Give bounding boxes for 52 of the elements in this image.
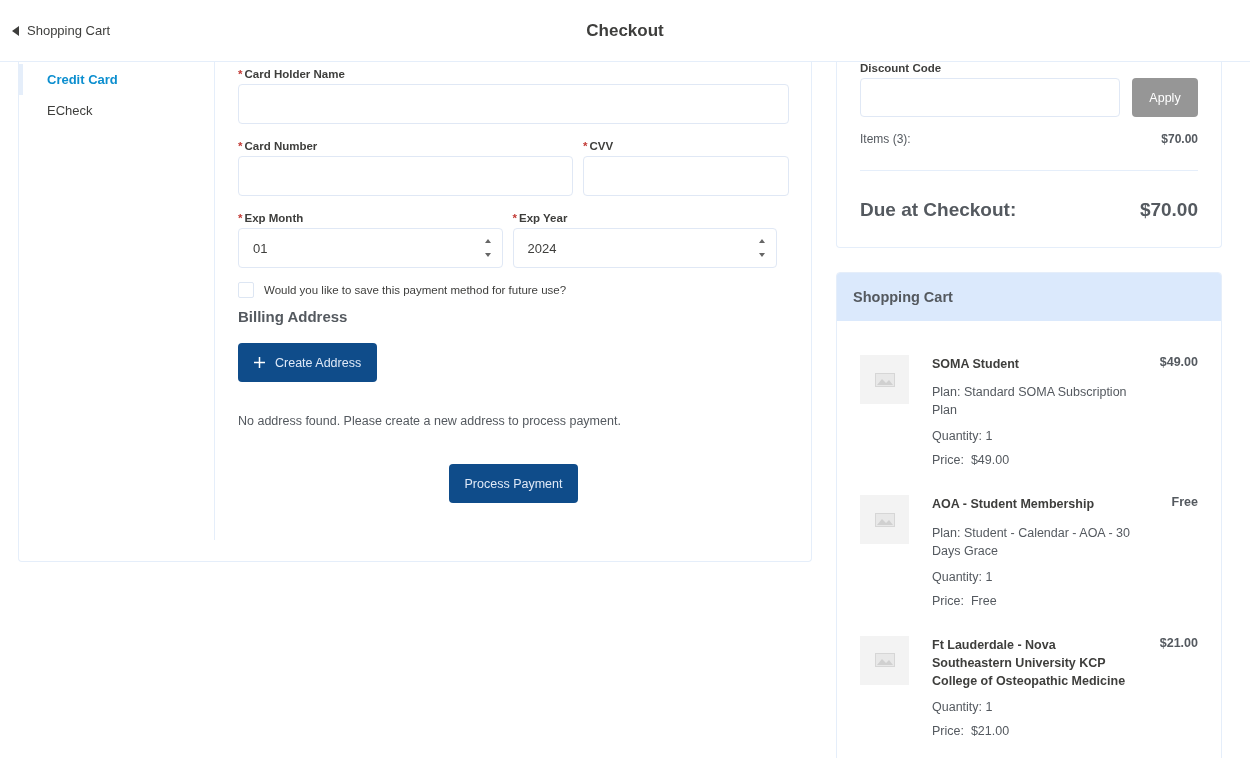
- item-name: Ft Lauderdale - Nova Southeastern University KCP College of Osteopathic Medicine: [932, 636, 1127, 690]
- image-icon: [874, 512, 895, 527]
- discount-field[interactable]: [860, 78, 1120, 117]
- item-price-line: Price: $21.00: [932, 724, 1011, 739]
- field-label: Card Number: [244, 140, 318, 152]
- item-quantity: Quantity: 1: [932, 700, 994, 715]
- payment-method-tab[interactable]: ECheck: [19, 95, 214, 126]
- item-plan: Plan: Student - Calendar - AOA - 30 Days Grace: [932, 524, 1132, 560]
- plus-icon: [254, 357, 265, 368]
- required-mark: *: [238, 68, 243, 80]
- stepper-arrows-icon: [483, 237, 492, 259]
- image-icon: [874, 372, 895, 387]
- item-name: AOA - Student Membership: [932, 496, 1096, 514]
- item-price: $49.00: [1159, 355, 1198, 371]
- field-label: Exp Year: [519, 212, 568, 224]
- item-price: $21.00: [1159, 635, 1198, 652]
- item-quantity: Quantity: 1: [932, 429, 994, 444]
- create-address-button[interactable]: Create Address: [238, 343, 378, 382]
- image-icon: [874, 653, 895, 668]
- text-field[interactable]: [583, 156, 789, 196]
- item-plan: Plan: Standard SOMA Subscription Plan: [932, 384, 1128, 420]
- required-mark: *: [238, 140, 243, 152]
- item-name: SOMA Student: [932, 356, 1021, 373]
- item-price: Free: [1171, 495, 1198, 512]
- item-price-line: Price: Free: [932, 593, 998, 608]
- item-price-line: Price: $49.00: [932, 453, 1011, 468]
- field-label: Card Holder Name: [244, 68, 345, 80]
- items-label: Items (3):: [860, 132, 911, 146]
- due-label: Due at Checkout:: [860, 199, 1017, 221]
- required-mark: *: [238, 212, 243, 224]
- text-field[interactable]: [238, 84, 789, 124]
- text-field[interactable]: [238, 156, 573, 196]
- save-method-checkbox[interactable]: Would you like to save this payment method for future use?: [238, 282, 789, 298]
- required-mark: *: [512, 212, 517, 224]
- payment-method-tab[interactable]: Credit Card: [19, 64, 214, 95]
- item-quantity: Quantity: 1: [932, 569, 994, 584]
- items-total: $70.00: [1161, 132, 1198, 146]
- due-total: $70.00: [1139, 199, 1198, 221]
- section-heading: Billing Address: [238, 308, 349, 325]
- back-link[interactable]: Shopping Cart: [12, 23, 111, 38]
- number-field[interactable]: 01: [238, 228, 503, 268]
- field-label: Discount Code: [860, 62, 943, 74]
- page-title: Checkout: [586, 20, 664, 41]
- field-label: Exp Month: [244, 212, 304, 224]
- number-field[interactable]: 2024: [512, 228, 777, 268]
- no-address-message: No address found. Please create a new address to process payment.: [238, 414, 622, 428]
- stepper-arrows-icon: [758, 237, 766, 259]
- cart-title: Shopping Cart: [837, 273, 1221, 321]
- process-payment-button[interactable]: Process Payment: [448, 464, 579, 503]
- required-mark: *: [583, 140, 588, 152]
- field-label: CVV: [589, 140, 614, 152]
- back-caret-icon: [12, 25, 19, 36]
